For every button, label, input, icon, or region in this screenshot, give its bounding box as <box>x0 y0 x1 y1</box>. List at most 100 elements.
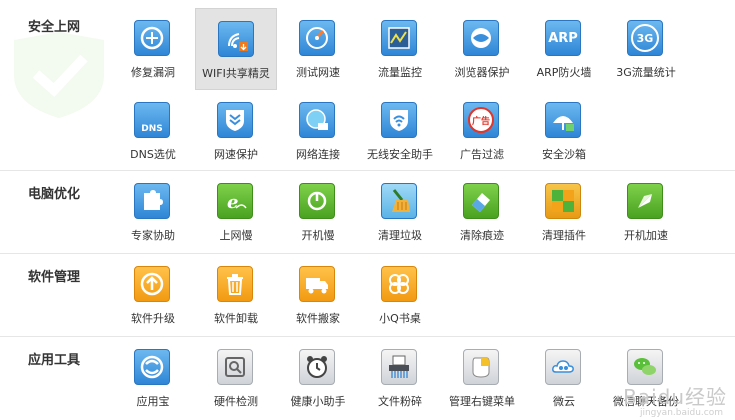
tile-weiyun[interactable]: 微云 <box>523 337 605 419</box>
repair-vulnerability-icon <box>134 20 170 56</box>
weiyun-icon <box>545 349 581 385</box>
software-uninstall-icon <box>217 266 253 302</box>
tile-label: DNS选优 <box>130 148 176 161</box>
tile-wireless-security[interactable]: 无线安全助手 <box>359 90 441 172</box>
tile-label: 广告过滤 <box>460 148 504 161</box>
tile-slow-boot[interactable]: 开机慢 <box>277 171 359 253</box>
tile-software-move[interactable]: 软件搬家 <box>277 254 359 336</box>
tile-label: 网速保护 <box>214 148 258 161</box>
tile-label: 安全沙箱 <box>542 148 586 161</box>
tile-ad-filter[interactable]: 广告 广告过滤 <box>441 90 523 172</box>
tile-software-uninstall[interactable]: 软件卸载 <box>195 254 277 336</box>
3g-traffic-icon: 3G <box>627 20 663 56</box>
slow-internet-icon: e <box>217 183 253 219</box>
baidu-watermark: Baidu经验 <box>623 385 727 409</box>
tile-label: 开机慢 <box>301 229 335 242</box>
tile-label: 网络连接 <box>296 148 340 161</box>
expert-assist-icon <box>134 183 170 219</box>
health-assistant-icon <box>299 349 335 385</box>
tile-software-upgrade[interactable]: 软件升级 <box>112 254 194 336</box>
tile-label: 小Q书桌 <box>379 312 421 325</box>
tile-label: 清除痕迹 <box>460 229 504 242</box>
section-software-manage: 软件管理 软件升级 软件卸载 软件搬家 小Q书桌 <box>0 254 735 336</box>
tile-label: WIFI共享精灵 <box>202 67 270 80</box>
tile-context-menu[interactable]: 管理右键菜单 <box>441 337 523 419</box>
tile-label: 流量监控 <box>378 66 422 79</box>
tile-label: ARP防火墙 <box>536 66 592 79</box>
tile-wifi-share[interactable]: WIFI共享精灵 <box>195 8 277 90</box>
tile-label: 管理右键菜单 <box>449 395 515 408</box>
section-safe-internet: 安全上网 修复漏洞 WIFI共享精灵 测试网速 流量监控 浏览器保护 ARP A… <box>0 0 735 170</box>
tile-label: 3G流量统计 <box>616 66 676 79</box>
tile-arp-firewall[interactable]: ARP ARP防火墙 <box>523 8 605 90</box>
tile-boot-accelerate[interactable]: 开机加速 <box>605 171 687 253</box>
tile-label: 专家协助 <box>131 229 175 242</box>
tile-network-connect[interactable]: 网络连接 <box>277 90 359 172</box>
tile-label: 浏览器保护 <box>454 66 510 79</box>
tile-q-desk[interactable]: 小Q书桌 <box>359 254 441 336</box>
tile-app-treasure[interactable]: 应用宝 <box>112 337 194 419</box>
tile-label: 软件升级 <box>131 312 175 325</box>
tile-speed-protect[interactable]: 网速保护 <box>195 90 277 172</box>
ad-badge: 广告 <box>468 107 494 133</box>
wireless-security-icon <box>381 102 417 138</box>
tile-label: 软件卸载 <box>214 312 258 325</box>
tile-label: 修复漏洞 <box>131 66 175 79</box>
tile-3g-traffic[interactable]: 3G 3G流量统计 <box>605 8 687 90</box>
tile-sandbox[interactable]: 安全沙箱 <box>523 90 605 172</box>
q-desk-icon <box>381 266 417 302</box>
tile-clear-traces[interactable]: 清除痕迹 <box>441 171 523 253</box>
clean-junk-icon <box>381 183 417 219</box>
software-upgrade-icon <box>134 266 170 302</box>
tile-label: 上网慢 <box>219 229 253 242</box>
hardware-check-icon <box>217 349 253 385</box>
section-title: 软件管理 <box>28 270 81 285</box>
tile-clean-junk[interactable]: 清理垃圾 <box>359 171 441 253</box>
tile-file-shredder[interactable]: 文件粉碎 <box>359 337 441 419</box>
tile-traffic-monitor[interactable]: 流量监控 <box>359 8 441 90</box>
software-move-icon <box>299 266 335 302</box>
dns-icon: DNS <box>134 102 170 138</box>
section-title: 应用工具 <box>28 353 81 368</box>
clean-plugins-icon <box>545 183 581 219</box>
wifi-share-icon <box>218 21 254 57</box>
baidu-watermark-url: jingyan.baidu.com <box>639 408 723 418</box>
speed-test-icon <box>299 20 335 56</box>
tile-label: 应用宝 <box>136 395 170 408</box>
tile-hardware-check[interactable]: 硬件检测 <box>195 337 277 419</box>
boot-accelerate-icon <box>627 183 663 219</box>
tile-speed-test[interactable]: 测试网速 <box>277 8 359 90</box>
clear-traces-icon <box>463 183 499 219</box>
ad-filter-icon: 广告 <box>463 102 499 138</box>
browser-protect-icon <box>463 20 499 56</box>
tile-browser-protect[interactable]: 浏览器保护 <box>441 8 523 90</box>
tile-label: 无线安全助手 <box>367 148 433 161</box>
tile-label: 测试网速 <box>296 66 340 79</box>
speed-protect-icon <box>217 102 253 138</box>
tile-health-assistant[interactable]: 健康小助手 <box>277 337 359 419</box>
wechat-backup-icon <box>627 349 663 385</box>
arp-firewall-icon: ARP <box>545 20 581 56</box>
tile-repair-vulnerability[interactable]: 修复漏洞 <box>112 8 194 90</box>
tile-label: 健康小助手 <box>290 395 346 408</box>
tile-dns[interactable]: DNS DNS选优 <box>112 90 194 172</box>
context-menu-icon <box>463 349 499 385</box>
3g-badge: 3G <box>631 24 659 52</box>
tile-label: 开机加速 <box>624 229 668 242</box>
slow-boot-icon <box>299 183 335 219</box>
tile-label: 硬件检测 <box>214 395 258 408</box>
tile-clean-plugins[interactable]: 清理插件 <box>523 171 605 253</box>
file-shredder-icon <box>381 349 417 385</box>
svg-text:e: e <box>227 192 238 213</box>
tile-label: 软件搬家 <box>296 312 340 325</box>
tile-label: 微云 <box>553 395 575 408</box>
sandbox-icon <box>545 102 581 138</box>
traffic-monitor-icon <box>381 20 417 56</box>
tile-expert-assist[interactable]: 专家协助 <box>112 171 194 253</box>
tile-slow-internet[interactable]: e 上网慢 <box>195 171 277 253</box>
network-connect-icon <box>299 102 335 138</box>
section-pc-optimize: 电脑优化 专家协助 e 上网慢 开机慢 清理垃圾 清除痕迹 清理插件 开机加速 <box>0 171 735 253</box>
tile-label: 文件粉碎 <box>378 395 422 408</box>
tile-label: 清理插件 <box>542 229 586 242</box>
section-title: 安全上网 <box>28 20 81 35</box>
